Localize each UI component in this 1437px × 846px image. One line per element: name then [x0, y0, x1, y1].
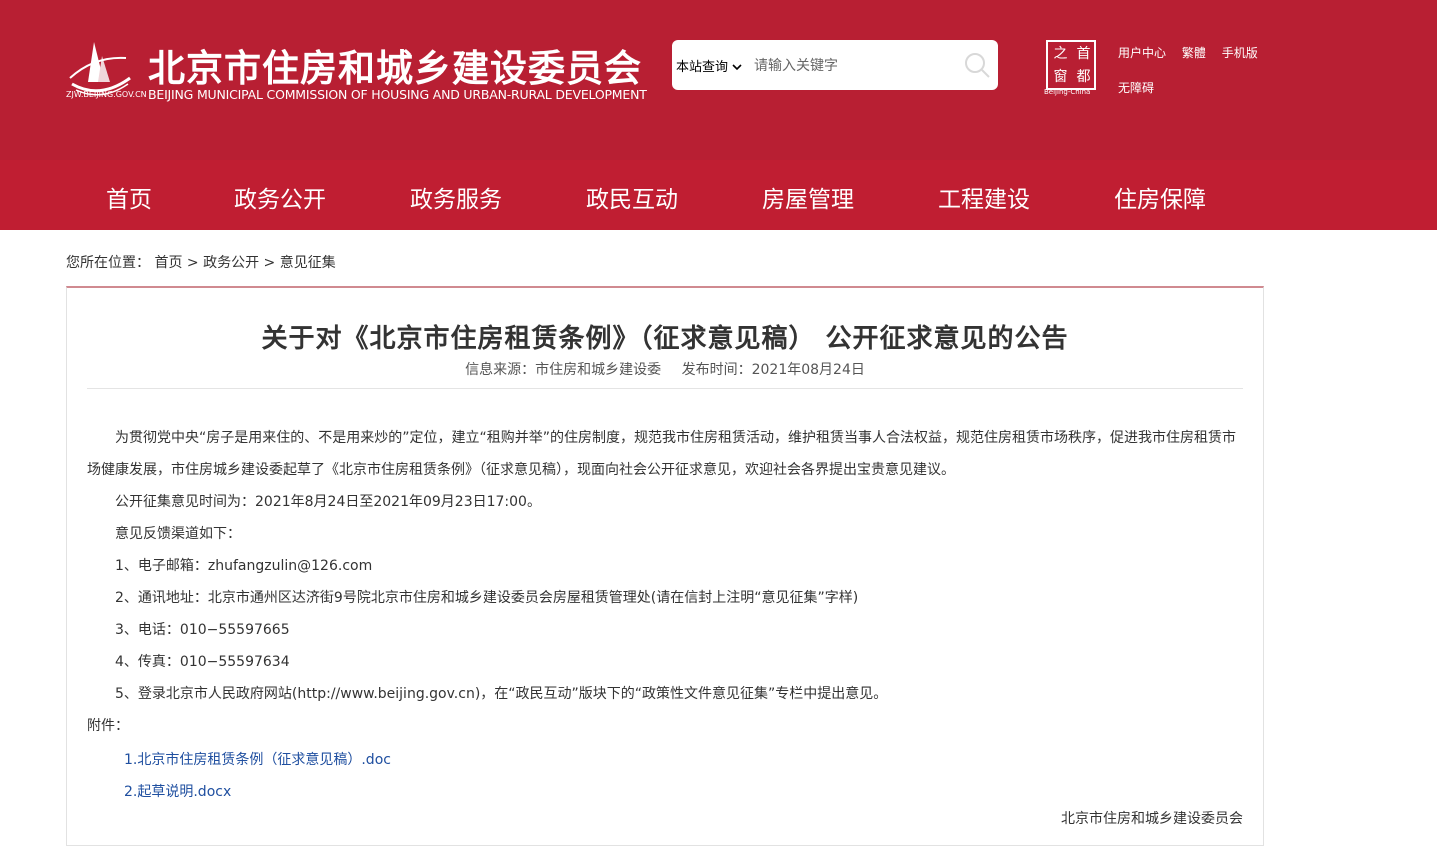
search-button[interactable]	[962, 50, 992, 80]
logo-domain-text: ZJW.BEIJING.GOV.CN	[66, 90, 147, 99]
article-paragraph: 4、传真：010−55597634	[115, 654, 290, 670]
article-meta: 信息来源：市住房和城乡建设委 发布时间：2021年08月24日	[67, 359, 1263, 379]
breadcrumb-opinion-collection[interactable]: 意见征集	[280, 255, 336, 271]
nav-item-gov-services[interactable]: 政务服务	[410, 180, 502, 214]
search-scope-label: 本站查询	[676, 60, 729, 75]
site-title[interactable]: 北京市住房和城乡建设委员会	[148, 38, 642, 92]
breadcrumb-separator: >	[263, 255, 276, 271]
article-panel: 关于对《北京市住房租赁条例》（征求意见稿） 公开征求意见的公告 信息来源：市住房…	[66, 286, 1264, 846]
traditional-chinese-link[interactable]: 繁體	[1182, 46, 1206, 60]
article-source: 信息来源：市住房和城乡建设委	[465, 362, 662, 378]
capital-logo-char: 窗	[1053, 69, 1068, 85]
article-paragraph: 2、通讯地址：北京市通州区达济街9号院北京市住房和城乡建设委员会房屋租赁管理处(…	[115, 590, 859, 606]
capital-window-logo[interactable]: 之 首 窗 都	[1046, 40, 1096, 90]
breadcrumb-prefix: 您所在位置：	[66, 255, 150, 271]
accessibility-link[interactable]: 无障碍	[1118, 79, 1154, 96]
capital-logo-char: 首	[1076, 46, 1091, 62]
article-paragraph: 1、电子邮箱：zhufangzulin@126.com	[115, 558, 373, 574]
article-title: 关于对《北京市住房租赁条例》（征求意见稿） 公开征求意见的公告	[261, 324, 1069, 354]
capital-logo-char: 之	[1053, 46, 1068, 62]
capital-logo-caption: Beijing-China	[1044, 88, 1091, 96]
title-divider	[87, 388, 1243, 389]
site-subtitle: BEIJING MUNICIPAL COMMISSION OF HOUSING …	[148, 87, 647, 102]
article-date: 发布时间：2021年08月24日	[681, 362, 865, 378]
search-box: 本站查询	[672, 40, 998, 90]
top-links: 用户中心 繁體 手机版	[1118, 44, 1270, 61]
site-header: ZJW.BEIJING.GOV.CN 北京市住房和城乡建设委员会 BEIJING…	[0, 0, 1437, 160]
article-paragraph: 场健康发展，市住房城乡建设委起草了《北京市住房租赁条例》（征求意见稿），现面向社…	[87, 462, 955, 478]
article-signature: 北京市住房和城乡建设委员会	[1061, 811, 1243, 827]
nav-item-gov-affairs-open[interactable]: 政务公开	[234, 180, 326, 214]
search-scope-select[interactable]: 本站查询	[676, 56, 742, 75]
nav-item-home[interactable]: 首页	[106, 180, 152, 214]
chevron-down-icon	[732, 60, 742, 75]
mobile-version-link[interactable]: 手机版	[1222, 46, 1258, 60]
breadcrumb-home[interactable]: 首页	[154, 255, 182, 271]
nav-item-interaction[interactable]: 政民互动	[586, 180, 678, 214]
nav-item-construction[interactable]: 工程建设	[938, 180, 1030, 214]
breadcrumb-separator: >	[186, 255, 199, 271]
search-icon	[962, 53, 992, 84]
attachments-label: 附件：	[87, 718, 129, 734]
article-paragraph: 公开征集意见时间为：2021年8月24日至2021年09月23日17:00。	[115, 494, 541, 510]
nav-item-housing-management[interactable]: 房屋管理	[762, 180, 854, 214]
nav-item-housing-security[interactable]: 住房保障	[1114, 180, 1206, 214]
attachment-link-drafting-notes[interactable]: 2.起草说明.docx	[124, 781, 231, 801]
user-center-link[interactable]: 用户中心	[1118, 46, 1166, 60]
capital-logo-char: 都	[1076, 69, 1091, 85]
search-input[interactable]	[752, 52, 956, 80]
breadcrumb: 您所在位置： 首页 > 政务公开 > 意见征集	[66, 252, 336, 272]
article-paragraph: 意见反馈渠道如下：	[115, 526, 241, 542]
attachment-link-regulation-doc[interactable]: 1.北京市住房租赁条例（征求意见稿）.doc	[124, 749, 391, 769]
article-paragraph: 5、登录北京市人民政府网站(http://www.beijing.gov.cn)…	[115, 686, 888, 702]
article-paragraph: 为贯彻党中央“房子是用来住的、不是用来炒的”定位，建立“租购并举”的住房制度，规…	[115, 430, 1237, 446]
main-nav: 首页 政务公开 政务服务 政民互动 房屋管理 工程建设 住房保障	[0, 160, 1437, 230]
article-paragraph: 3、电话：010−55597665	[115, 622, 290, 638]
breadcrumb-gov-affairs-open[interactable]: 政务公开	[203, 255, 259, 271]
